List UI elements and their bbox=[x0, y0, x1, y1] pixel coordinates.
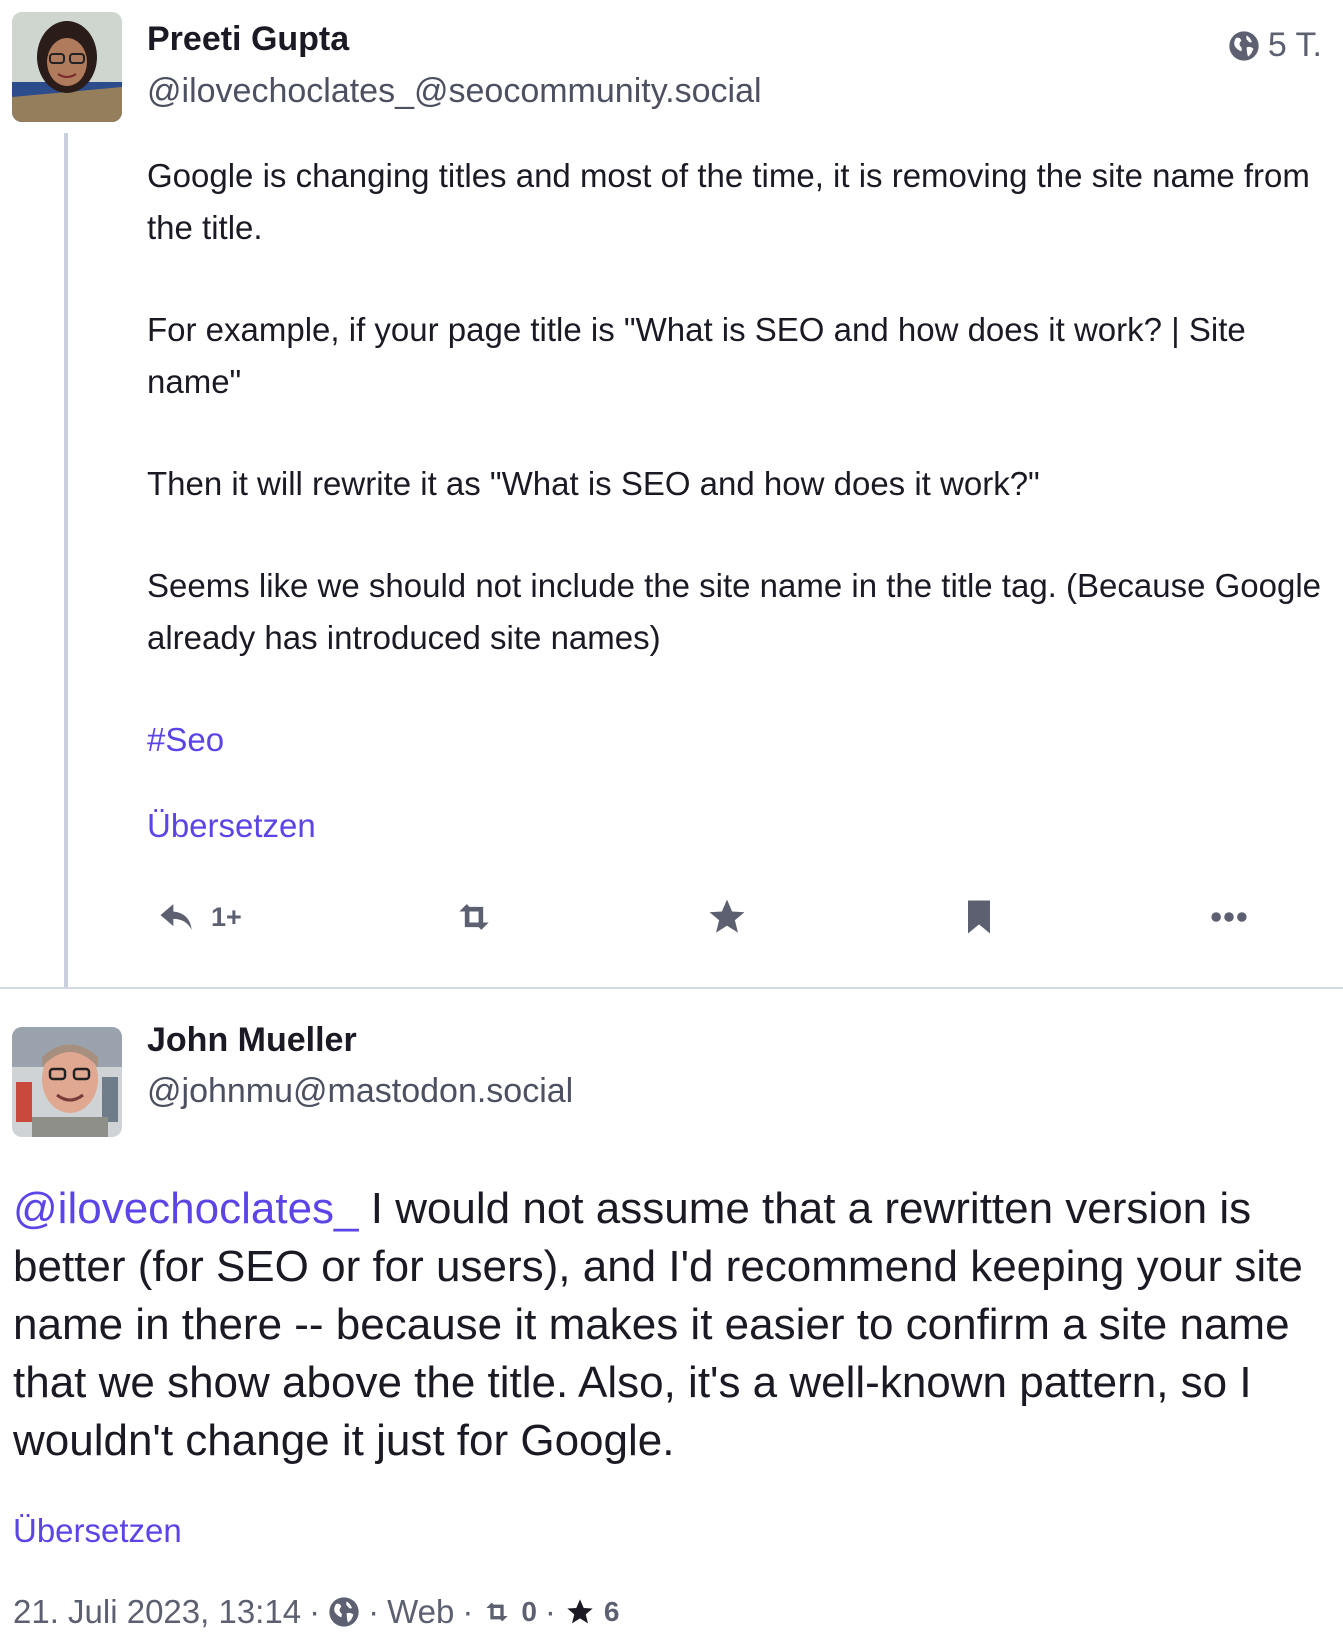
boost-button[interactable] bbox=[452, 895, 496, 939]
action-bar: 1+ bbox=[147, 895, 1327, 945]
paragraph: Google is changing titles and most of th… bbox=[147, 157, 1310, 246]
favourite-button[interactable] bbox=[705, 895, 749, 939]
time-label: 5 T. bbox=[1267, 26, 1322, 64]
avatar-preeti[interactable] bbox=[12, 12, 122, 122]
bookmark-icon bbox=[968, 900, 990, 934]
paragraph: Then it will rewrite it as "What is SEO … bbox=[147, 465, 1040, 502]
reply-button[interactable]: 1+ bbox=[155, 895, 242, 939]
reply-icon bbox=[160, 904, 192, 930]
post-content: Google is changing titles and most of th… bbox=[147, 150, 1327, 852]
mention-link[interactable]: @ilovechoclates_ bbox=[13, 1184, 359, 1233]
bookmark-button[interactable] bbox=[957, 895, 1001, 939]
paragraph: For example, if your page title is "What… bbox=[147, 311, 1246, 400]
globe-icon bbox=[329, 1597, 359, 1627]
separator: · bbox=[309, 1593, 321, 1630]
boost-count[interactable]: 0 bbox=[521, 1596, 537, 1628]
hashtag-link[interactable]: #Seo bbox=[147, 721, 224, 758]
favourite-count[interactable]: 6 bbox=[604, 1596, 620, 1628]
separator: · bbox=[462, 1593, 474, 1630]
translate-link[interactable]: Übersetzen bbox=[13, 1512, 182, 1550]
paragraph: Seems like we should not include the sit… bbox=[147, 567, 1322, 656]
more-icon bbox=[1211, 912, 1247, 922]
post-meta: 21. Juli 2023, 13:14 · · Web · 0 · 6 bbox=[13, 1593, 619, 1631]
separator: · bbox=[544, 1593, 556, 1630]
reply-count: 1+ bbox=[211, 901, 242, 932]
reply-content: @ilovechoclates_ I would not assume that… bbox=[13, 1180, 1333, 1470]
globe-icon bbox=[1229, 30, 1259, 61]
avatar-john[interactable] bbox=[12, 1027, 122, 1137]
client-name: Web bbox=[387, 1593, 455, 1630]
boost-icon bbox=[486, 1602, 508, 1622]
post-date[interactable]: 21. Juli 2023, 13:14 bbox=[13, 1593, 301, 1631]
separator: · bbox=[368, 1593, 380, 1630]
thread-line bbox=[64, 133, 68, 988]
post-time[interactable]: 5 T. bbox=[1228, 26, 1322, 65]
favourite-icon bbox=[709, 899, 745, 933]
author-name[interactable]: Preeti Gupta bbox=[147, 20, 349, 59]
translate-link[interactable]: Übersetzen bbox=[147, 807, 316, 844]
author-handle[interactable]: @ilovechoclates_@seocommunity.social bbox=[147, 72, 762, 111]
boost-icon bbox=[459, 904, 489, 930]
favourite-icon bbox=[567, 1599, 593, 1624]
more-button[interactable] bbox=[1207, 895, 1251, 939]
author-handle[interactable]: @johnmu@mastodon.social bbox=[147, 1038, 573, 1144]
